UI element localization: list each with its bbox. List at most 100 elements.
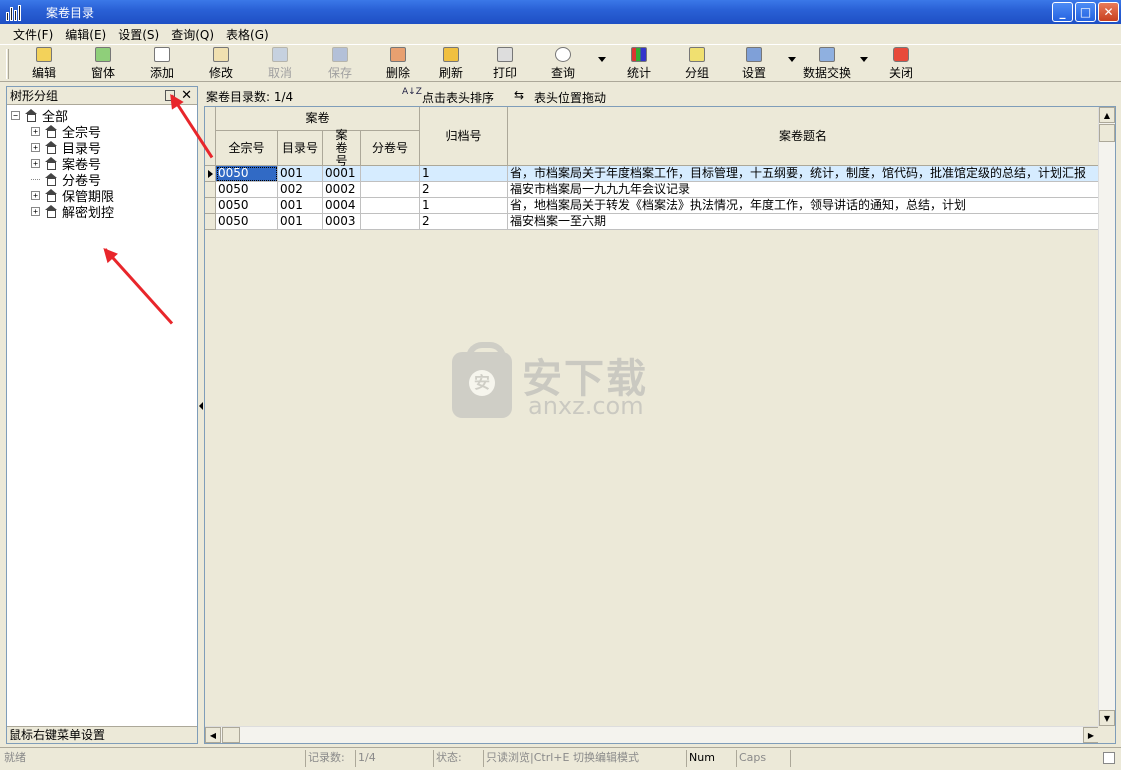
table-cell[interactable]: 福安档案一至六期 (508, 214, 1099, 230)
status-empty (790, 750, 1102, 767)
table-cell[interactable] (361, 198, 420, 214)
query-button[interactable]: 查询 (551, 47, 575, 81)
col-header-archive-number[interactable]: 归档号 (420, 107, 508, 166)
tree-panel: 树形分组 ✕ − 全部 + 全宗号 + 目录号 + 案卷号 分卷号 + 保管期限… (6, 86, 198, 744)
menu-query[interactable]: 查询(Q) (168, 26, 217, 43)
power-icon (893, 47, 909, 62)
vertical-scroll-thumb[interactable] (1099, 124, 1115, 142)
tree-node-declassify[interactable]: + 解密划控 (31, 203, 114, 221)
col-header-catalog[interactable]: 目录号 (278, 131, 323, 166)
table-cell[interactable]: 001 (278, 198, 323, 214)
maximize-button[interactable]: □ (1075, 2, 1096, 22)
table-cell[interactable]: 福安市档案局一九九九年会议记录 (508, 182, 1099, 198)
settings-dropdown-arrow[interactable] (788, 57, 796, 62)
table-cell[interactable]: 0002 (323, 182, 361, 198)
delete-button[interactable]: 删除 (386, 47, 410, 81)
vertical-scrollbar[interactable]: ▲ ▼ (1098, 107, 1115, 726)
col-header-volume[interactable]: 分卷号 (361, 131, 420, 166)
shopping-bag-icon: 安 (452, 342, 512, 418)
settings-button[interactable]: 设置 (742, 47, 766, 81)
scroll-up-icon[interactable]: ▲ (1099, 107, 1115, 123)
drag-hint: 表头位置拖动 (534, 91, 607, 105)
scroll-down-icon[interactable]: ▼ (1099, 710, 1115, 726)
close-button[interactable]: 关闭 (889, 47, 913, 81)
add-button[interactable]: 添加 (150, 47, 174, 81)
row-indicator[interactable] (205, 198, 216, 214)
query-dropdown-arrow[interactable] (598, 57, 606, 62)
table-cell[interactable]: 1 (420, 166, 508, 182)
horizontal-scroll-thumb[interactable] (222, 727, 240, 743)
table-cell[interactable]: 省，市档案局关于年度档案工作，目标管理，十五纲要，统计，制度，馆代码，批准馆定级… (508, 166, 1099, 182)
expand-icon[interactable]: + (31, 126, 40, 136)
group-button[interactable]: 分组 (685, 47, 709, 81)
col-header-file-number[interactable]: 案卷号 (323, 128, 361, 167)
col-header-fonds[interactable]: 全宗号 (216, 131, 278, 166)
menu-edit[interactable]: 编辑(E) (62, 26, 109, 43)
cancel-button[interactable]: 取消 (268, 47, 292, 81)
expand-icon[interactable]: + (31, 190, 40, 200)
expand-icon[interactable]: + (31, 158, 40, 168)
modify-button[interactable]: 修改 (209, 47, 233, 81)
table-cell[interactable]: 0004 (323, 198, 361, 214)
table-cell[interactable] (361, 182, 420, 198)
table-cell[interactable]: 0050 (216, 214, 278, 230)
watermark-text-en: anxz.com (528, 392, 644, 420)
table-cell[interactable] (361, 214, 420, 230)
save-icon (332, 47, 348, 62)
expand-icon[interactable]: + (31, 142, 40, 152)
close-window-button[interactable]: ✕ (1098, 2, 1119, 22)
table-cell[interactable]: 0050 (216, 182, 278, 198)
exchange-dropdown-arrow[interactable] (860, 57, 868, 62)
menu-settings[interactable]: 设置(S) (115, 26, 162, 43)
data-exchange-icon (819, 47, 835, 62)
row-indicator[interactable] (205, 182, 216, 198)
table-cell[interactable]: 001 (278, 166, 323, 182)
print-button[interactable]: 打印 (493, 47, 517, 81)
table-cell[interactable] (361, 166, 420, 182)
new-document-icon (154, 47, 170, 62)
tree-node-all[interactable]: − 全部 (11, 107, 68, 125)
data-exchange-button[interactable]: 数据交换 (803, 47, 851, 81)
status-caps: Caps (736, 750, 790, 767)
horizontal-scrollbar[interactable]: ◀ ▶ (205, 726, 1099, 743)
table-cell[interactable]: 0001 (323, 166, 361, 182)
table-cell[interactable]: 002 (278, 182, 323, 198)
window-button[interactable]: 窗体 (91, 47, 115, 81)
scroll-right-icon[interactable]: ▶ (1083, 727, 1099, 743)
table-cell[interactable]: 0003 (323, 214, 361, 230)
menu-bar: 文件(F) 编辑(E) 设置(S) 查询(Q) 表格(G) (0, 24, 1121, 44)
table-cell[interactable]: 0050 (216, 166, 278, 182)
scroll-corner (1098, 726, 1115, 743)
table-cell[interactable]: 1 (420, 198, 508, 214)
collapse-icon[interactable]: − (11, 110, 20, 120)
tree-connector (31, 178, 40, 180)
toolbar-grip[interactable] (6, 49, 9, 79)
menu-file[interactable]: 文件(F) (10, 26, 56, 43)
title-bar: 案卷目录 _ □ ✕ (0, 0, 1121, 24)
expand-icon[interactable]: + (31, 206, 40, 216)
table-cell[interactable]: 2 (420, 182, 508, 198)
edit-button[interactable]: 编辑 (32, 47, 56, 81)
window-title: 案卷目录 (46, 5, 95, 20)
minimize-button[interactable]: _ (1052, 2, 1073, 22)
panel-splitter[interactable] (198, 86, 203, 744)
settings-icon (746, 47, 762, 62)
menu-table[interactable]: 表格(G) (223, 26, 272, 43)
resize-grip-icon[interactable] (1103, 752, 1115, 764)
info-bar: 案卷目录数: 1/4 A↓Z 点击表头排序 ⇆ 表头位置拖动 (204, 86, 1116, 106)
house-icon (44, 141, 57, 154)
collapse-arrow-icon[interactable] (199, 402, 203, 410)
tree-panel-title: 树形分组 (10, 89, 59, 103)
col-header-title[interactable]: 案卷题名 (508, 107, 1099, 166)
table-cell[interactable]: 2 (420, 214, 508, 230)
scroll-left-icon[interactable]: ◀ (205, 727, 221, 743)
stats-button[interactable]: 统计 (627, 47, 651, 81)
table-cell[interactable]: 0050 (216, 198, 278, 214)
table-cell[interactable]: 省，地档案局关于转发《档案法》执法情况，年度工作，领导讲话的通知，总结，计划 (508, 198, 1099, 214)
table-cell[interactable]: 001 (278, 214, 323, 230)
save-button[interactable]: 保存 (328, 47, 352, 81)
row-indicator-active[interactable] (205, 166, 216, 182)
group-header[interactable]: 案卷 (216, 107, 420, 131)
refresh-button[interactable]: 刷新 (439, 47, 463, 81)
row-indicator[interactable] (205, 214, 216, 230)
